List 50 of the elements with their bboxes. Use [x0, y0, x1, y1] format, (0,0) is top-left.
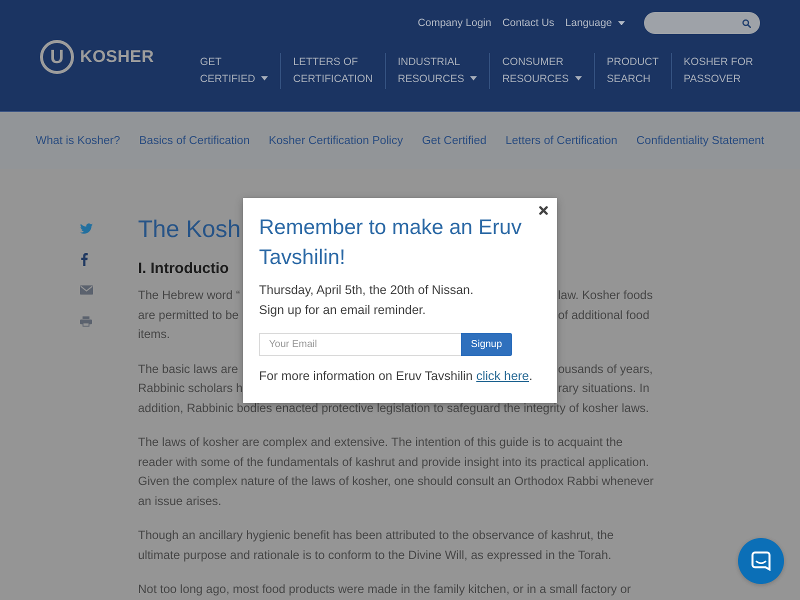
search-icon — [742, 18, 751, 28]
more-info-text: For more information on Eruv Tavshilin click here. — [259, 368, 532, 385]
paragraph-text: The basic laws are — [138, 360, 238, 378]
subnav-link[interactable]: What is Kosher? — [36, 134, 120, 146]
paragraph-text: ousands of years, — [558, 360, 653, 378]
chat-launcher-button[interactable] — [738, 538, 784, 584]
subnav-link[interactable]: Get Certified — [422, 134, 487, 146]
paragraph-text: items. — [138, 326, 170, 343]
email-field[interactable]: Your Email — [259, 333, 461, 356]
nav-dropdown[interactable]: GET CERTIFIED — [200, 54, 268, 88]
f-logo-icon[interactable] — [81, 252, 88, 266]
paragraph-text: The Hebrew word “ — [138, 287, 240, 304]
nav-dropdown[interactable]: INDUSTRIAL RESOURCES — [398, 54, 478, 88]
nav-dropdown[interactable]: CONSUMER RESOURCES — [502, 54, 582, 88]
paragraph-text: law. Kosher foods — [558, 287, 653, 304]
click-here-link[interactable]: click here — [476, 369, 530, 383]
paragraph: Not too long ago, most food products were made in the family kitchen, or in a small factory or — [138, 581, 631, 598]
search-field[interactable] — [644, 12, 760, 34]
modal-title: Remember to make an Eruv Tavshilin! — [259, 215, 523, 271]
subnav-link[interactable]: Letters of Certification — [506, 134, 618, 146]
caret-icon — [574, 76, 582, 81]
article-title: The Kosh — [138, 215, 241, 245]
caret-icon — [470, 76, 478, 81]
subnav-link[interactable]: Kosher Certification Policy — [268, 134, 403, 146]
paragraph-text: addition, Rabbinic bodies enacted protective legislation to safeguard the integrity of kosher laws. — [138, 400, 649, 416]
signup-button[interactable]: Signup — [461, 333, 512, 356]
language-dropdown[interactable]: Language — [565, 17, 625, 29]
subnav-link[interactable]: Basics of Certification — [139, 134, 250, 146]
nav-link[interactable]: PRODUCT SEARCH — [606, 54, 659, 88]
paragraph: Though an ancillary hygienic benefit has been attributed to the observance of kashrut, the ultimate purpose and rationale is to conform to the Divine Will, as expressed in the Torah. — [138, 527, 614, 564]
logo[interactable]: U KOSHER — [40, 40, 154, 74]
caret-icon — [618, 20, 625, 26]
caret-icon — [261, 76, 268, 81]
envelope-icon[interactable] — [80, 285, 93, 295]
section-heading: I. Introductio — [138, 259, 229, 279]
subnav-link[interactable]: Confidentiality Statement — [636, 134, 764, 146]
top-link[interactable]: Contact Us — [502, 17, 554, 29]
paragraph-text: rary situations. In — [558, 380, 650, 397]
nav-link[interactable]: KOSHER FOR PASSOVER — [684, 54, 754, 88]
paragraph-text: are permitted to be — [138, 306, 239, 324]
top-link[interactable]: Company Login — [418, 17, 492, 29]
printer-icon[interactable] — [80, 316, 92, 326]
modal-text: Sign up for an email reminder. — [259, 302, 426, 319]
modal-text: Thursday, April 5th, the 20th of Nissan. — [259, 282, 474, 299]
chat-icon — [751, 551, 771, 571]
paragraph-text: Rabbinic scholars h — [138, 380, 243, 397]
nav-link[interactable]: LETTERS OF CERTIFICATION — [293, 54, 373, 88]
close-icon[interactable] — [539, 206, 548, 215]
paragraph-text: of additional food — [558, 306, 650, 324]
paragraph: The laws of kosher are complex and extensive. The intention of this guide is to acquaint the reader with some of the fundamentals of kashrut and provide insight into its practical application. Given the complex nature of the laws of kosher, one should consult an Orthodox Rabbi whenever an issue arises. — [138, 434, 654, 510]
